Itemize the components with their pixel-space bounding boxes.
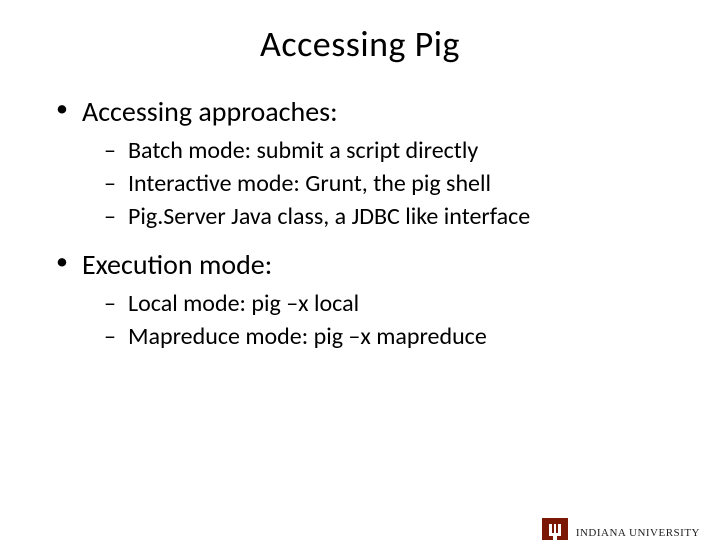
bullet-text: Execution mode: [82,247,272,282]
sub-item: Interactive mode: Grunt, the pig shell [82,168,680,199]
iu-trident-icon [542,518,568,540]
footer-logo: INDIANA UNIVERSITY [542,518,700,540]
slide: Accessing Pig Accessing approaches: Batc… [0,22,720,540]
bullet-text: Accessing approaches: [82,94,338,129]
sub-list: Local mode: pig –x local Mapreduce mode:… [82,288,680,352]
bullet-list: Accessing approaches: Batch mode: submit… [56,94,680,352]
sub-item: Mapreduce mode: pig –x mapreduce [82,321,680,352]
slide-title: Accessing Pig [0,22,720,66]
sub-list: Batch mode: submit a script directly Int… [82,135,680,233]
sub-item: Pig.Server Java class, a JDBC like inter… [82,201,680,232]
slide-body: Accessing approaches: Batch mode: submit… [0,94,720,352]
bullet-item: Accessing approaches: Batch mode: submit… [56,94,680,233]
bullet-item: Execution mode: Local mode: pig –x local… [56,247,680,352]
sub-item: Local mode: pig –x local [82,288,680,319]
iu-wordmark: INDIANA UNIVERSITY [576,527,700,539]
sub-item: Batch mode: submit a script directly [82,135,680,166]
